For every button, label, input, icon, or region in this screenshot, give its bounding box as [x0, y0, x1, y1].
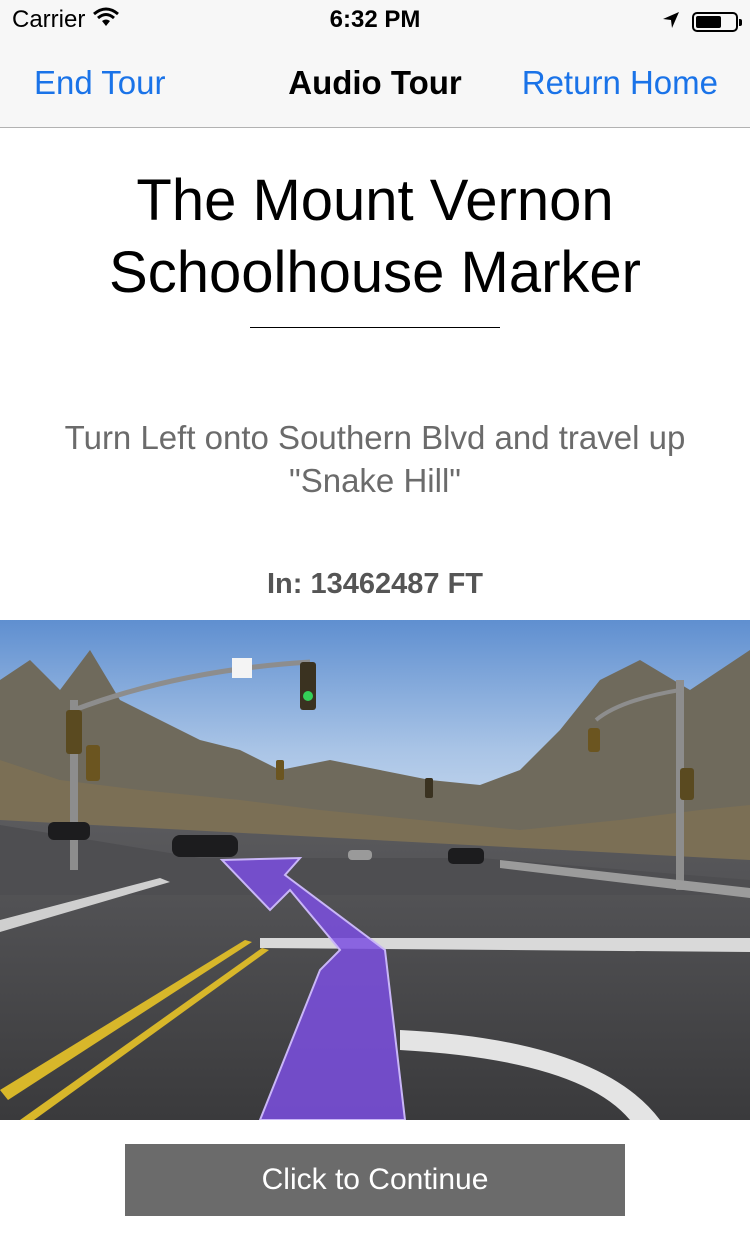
status-time: 6:32 PM [329, 6, 421, 33]
location-arrow-icon [662, 8, 680, 36]
return-home-button[interactable]: Return Home [522, 64, 718, 102]
stop-title: The Mount Vernon Schoolhouse Marker [109, 168, 641, 305]
title-divider [250, 327, 500, 328]
status-bar: Carrier 6:32 PM [0, 0, 750, 40]
battery-icon [692, 12, 742, 32]
status-right [662, 8, 742, 36]
direction-instruction: Turn Left onto Southern Blvd and travel … [64, 419, 686, 499]
continue-button[interactable]: Click to Continue [125, 1144, 625, 1216]
distance-readout: In: 13462487 FT [267, 568, 483, 600]
nav-bar: End Tour Audio Tour Return Home [0, 40, 750, 128]
intersection-photo [0, 620, 750, 1120]
